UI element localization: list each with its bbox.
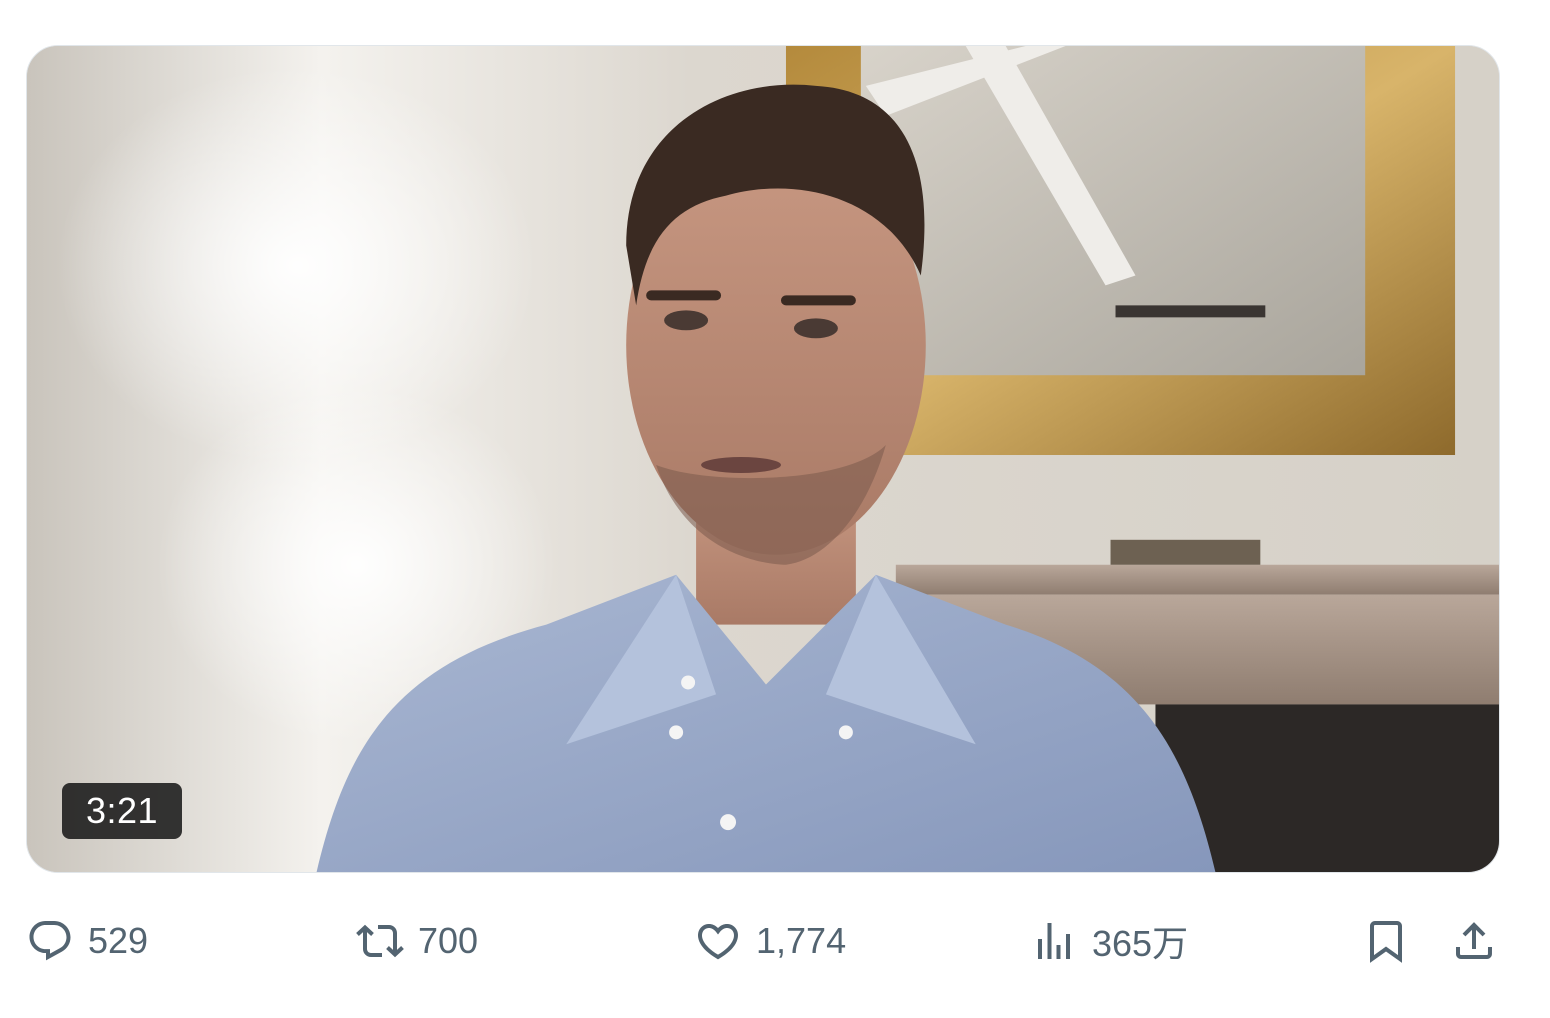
views-chart-icon [1030, 917, 1078, 965]
share-upload-icon [1450, 917, 1498, 965]
views-button[interactable]: 365万 [1030, 905, 1188, 977]
video-player[interactable]: 3:21 [26, 45, 1500, 873]
tweet-media-area: 3:21 529 700 1,774 365万 [0, 0, 1550, 1018]
reply-button[interactable]: 529 [26, 905, 148, 977]
share-button[interactable] [1450, 905, 1498, 977]
video-duration-badge: 3:21 [62, 783, 183, 839]
reply-icon [26, 917, 74, 965]
reply-count: 529 [88, 920, 149, 961]
retweet-count: 700 [418, 920, 479, 961]
tweet-action-bar: 529 700 1,774 365万 [26, 905, 1500, 977]
video-frame[interactable] [27, 46, 1499, 872]
like-count: 1,774 [756, 920, 847, 961]
retweet-icon [356, 917, 404, 965]
like-button[interactable]: 1,774 [694, 905, 846, 977]
bookmark-button[interactable] [1362, 905, 1410, 977]
retweet-button[interactable]: 700 [356, 905, 478, 977]
heart-icon [694, 917, 742, 965]
views-count: 365万 [1092, 923, 1189, 964]
bookmark-icon [1362, 917, 1410, 965]
